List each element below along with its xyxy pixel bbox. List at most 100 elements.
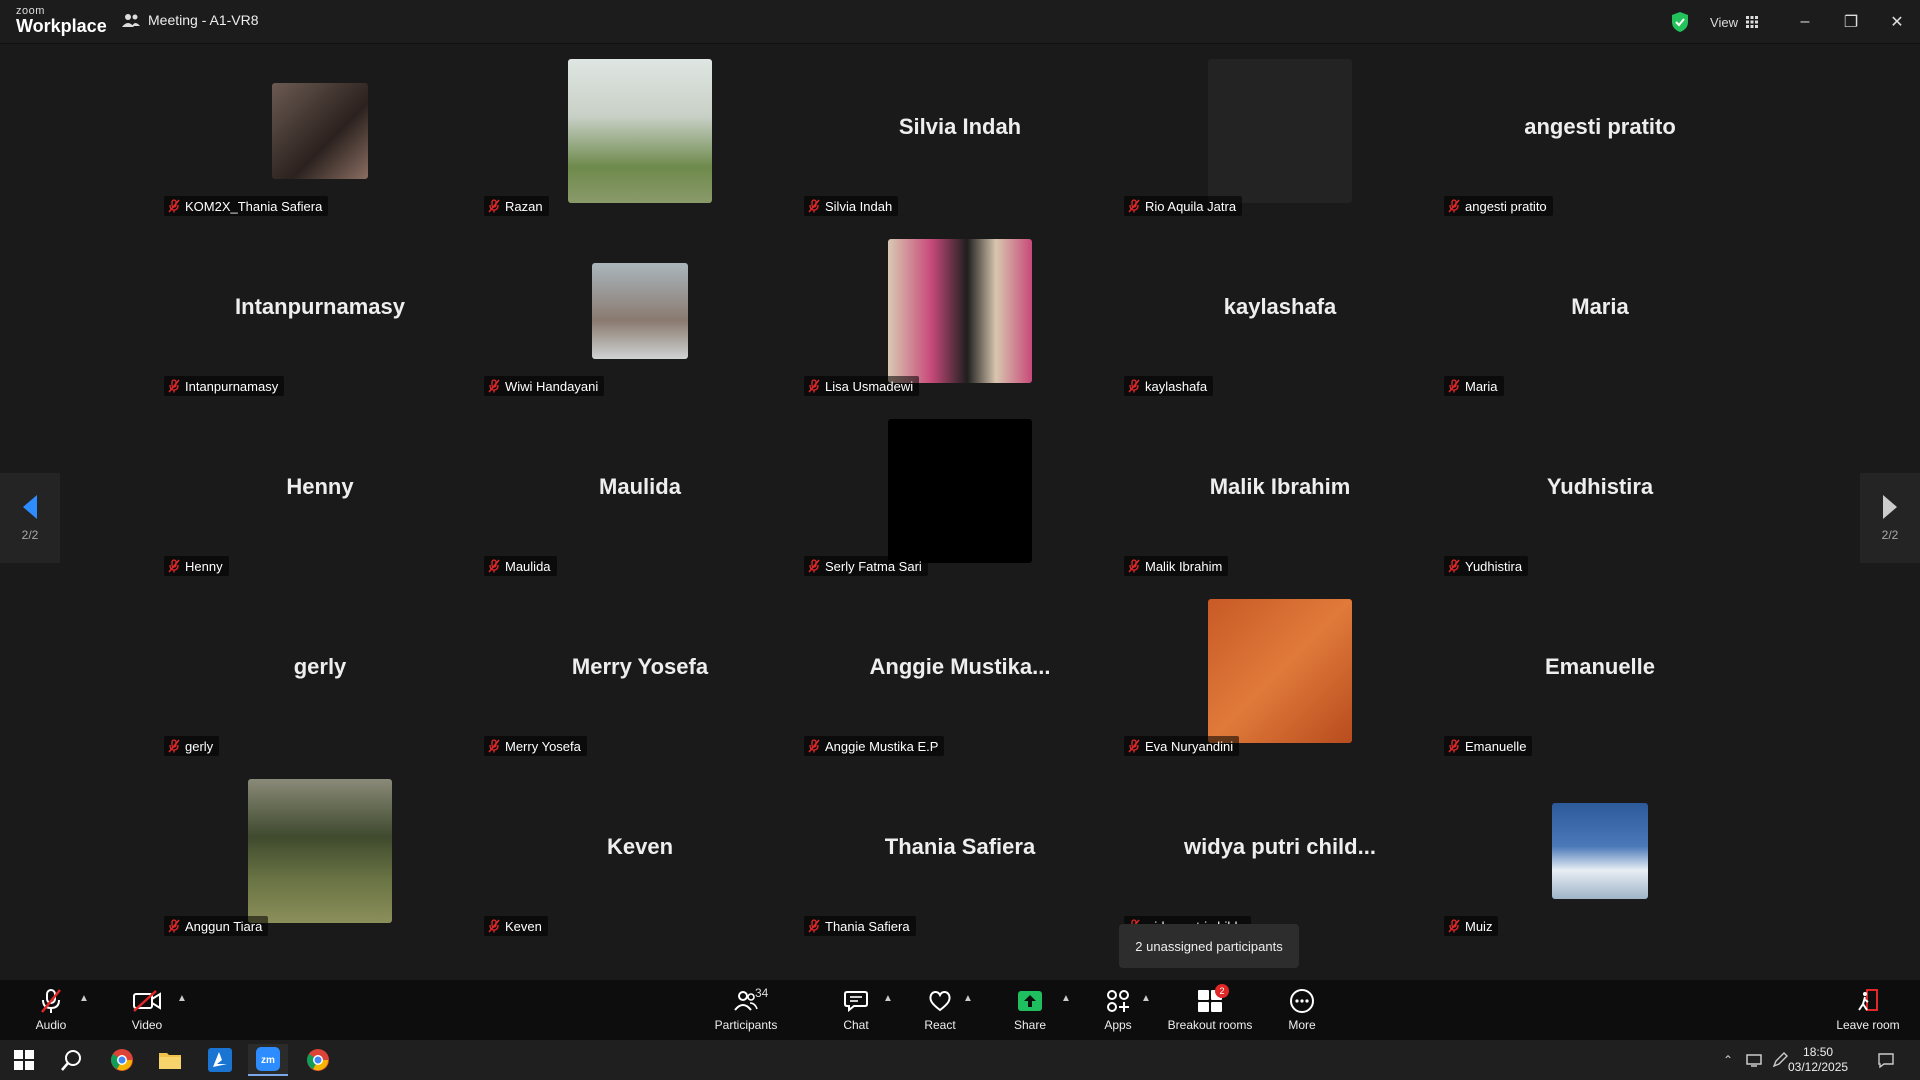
participant-tile[interactable]: kaylashafa kaylashafa [1120, 224, 1440, 404]
start-button[interactable] [4, 1044, 44, 1076]
video-button[interactable]: Video [124, 980, 170, 1040]
participant-tile[interactable]: Muiz [1440, 764, 1760, 944]
participant-video [272, 83, 368, 179]
view-button[interactable]: View [1700, 8, 1768, 36]
participant-name: Serly Fatma Sari [825, 558, 922, 574]
participant-tile[interactable]: Maulida Maulida [480, 404, 800, 584]
mic-muted-icon [1128, 199, 1140, 213]
minimize-button[interactable]: – [1790, 8, 1820, 36]
next-page-button[interactable]: 2/2 [1860, 473, 1920, 563]
leave-room-button[interactable]: Leave room [1834, 980, 1902, 1040]
participant-name-label: Lisa Usmadewi [804, 376, 920, 396]
apps-button[interactable]: Apps [1098, 980, 1138, 1040]
tray-chevron-up-icon[interactable]: ⌃ [1718, 1050, 1738, 1070]
participant-name-label: Silvia Indah [804, 196, 899, 216]
mic-muted-icon [1448, 379, 1460, 393]
participant-tile[interactable]: Keven Keven [480, 764, 800, 944]
participant-tile[interactable]: Lisa Usmadewi [800, 224, 1120, 404]
encryption-shield-icon[interactable] [1670, 11, 1690, 33]
participant-display-name: Yudhistira [1546, 474, 1654, 499]
search-button[interactable] [52, 1044, 92, 1076]
participant-display-name: Merry Yosefa [571, 654, 709, 679]
network-icon[interactable] [1744, 1050, 1764, 1070]
participant-name-label: Eva Nuryandini [1124, 736, 1240, 756]
audio-label: Audio [35, 1018, 67, 1032]
react-button[interactable]: React [920, 980, 960, 1040]
participants-button[interactable]: 34 Participants [712, 980, 780, 1040]
participant-name-label: Malik Ibrahim [1124, 556, 1229, 576]
maximize-button[interactable]: ❐ [1836, 8, 1866, 36]
participant-tile[interactable]: Wiwi Handayani [480, 224, 800, 404]
participant-tile[interactable]: Emanuelle Emanuelle [1440, 584, 1760, 764]
notifications-icon[interactable] [1876, 1050, 1896, 1070]
close-button[interactable]: ✕ [1882, 8, 1912, 36]
system-clock[interactable]: 18:50 03/12/2025 [1788, 1045, 1848, 1075]
participant-tile[interactable]: Henny Henny [160, 404, 480, 584]
meeting-title[interactable]: Meeting - A1-VR8 [122, 12, 259, 28]
unassigned-tooltip: 2 unassigned participants [1119, 924, 1299, 968]
participant-tile[interactable]: Anggun Tiara [160, 764, 480, 944]
chevron-left-icon [23, 495, 37, 519]
participant-name: Silvia Indah [825, 198, 893, 214]
participant-tile[interactable]: gerly gerly [160, 584, 480, 764]
participant-name: Merry Yosefa [505, 738, 581, 754]
video-options-caret-icon[interactable]: ▲ [176, 992, 188, 1004]
participant-tile[interactable]: Serly Fatma Sari [800, 404, 1120, 584]
participant-tile[interactable]: Razan [480, 44, 800, 224]
chevron-right-icon [1883, 495, 1897, 519]
participant-tile[interactable]: Malik Ibrahim Malik Ibrahim [1120, 404, 1440, 584]
participant-tile[interactable]: Merry Yosefa Merry Yosefa [480, 584, 800, 764]
participant-tile[interactable]: Intanpurnamasy Intanpurnamasy [160, 224, 480, 404]
participant-video [248, 779, 392, 923]
participant-tile[interactable]: Rio Aquila Jatra [1120, 44, 1440, 224]
chat-button[interactable]: Chat [836, 980, 876, 1040]
mic-muted-icon [168, 559, 180, 573]
react-options-caret-icon[interactable]: ▲ [962, 992, 974, 1004]
participant-tile[interactable]: Eva Nuryandini [1120, 584, 1440, 764]
more-label: More [1288, 1018, 1316, 1032]
participant-name: Maria [1465, 378, 1498, 394]
file-explorer-taskbar-button[interactable] [150, 1044, 190, 1076]
share-button[interactable]: Share [1010, 980, 1050, 1040]
participant-name-label: kaylashafa [1124, 376, 1214, 396]
participant-name-label: Thania Safiera [804, 916, 916, 936]
more-button[interactable]: More [1280, 980, 1324, 1040]
chrome-app-taskbar-button[interactable] [298, 1044, 338, 1076]
heart-icon [929, 991, 951, 1012]
participant-name: Intanpurnamasy [185, 378, 279, 394]
participant-tile[interactable]: Thania Safiera Thania Safiera [800, 764, 1120, 944]
pen-icon[interactable] [1770, 1050, 1790, 1070]
prev-page-button[interactable]: 2/2 [0, 473, 60, 563]
audio-options-caret-icon[interactable]: ▲ [78, 992, 90, 1004]
mic-muted-icon [41, 989, 61, 1013]
participant-name-label: Serly Fatma Sari [804, 556, 928, 576]
audio-button[interactable]: Audio [28, 980, 74, 1040]
azure-taskbar-button[interactable] [200, 1044, 240, 1076]
participant-tile[interactable]: angesti pratito angesti pratito [1440, 44, 1760, 224]
windows-icon [14, 1050, 34, 1070]
participant-video [1208, 59, 1352, 203]
participant-tile[interactable]: Anggie Mustika... Anggie Mustika E.P [800, 584, 1120, 764]
breakout-rooms-button[interactable]: 2 Breakout rooms [1164, 980, 1256, 1040]
zoom-taskbar-button[interactable]: zm [248, 1044, 288, 1076]
participant-name: Maulida [505, 558, 551, 574]
apps-options-caret-icon[interactable]: ▲ [1140, 992, 1152, 1004]
share-options-caret-icon[interactable]: ▲ [1060, 992, 1072, 1004]
participant-name: Eva Nuryandini [1145, 738, 1234, 754]
chrome-icon [307, 1049, 329, 1071]
participant-name: angesti pratito [1465, 198, 1547, 214]
video-off-icon [133, 990, 161, 1012]
participant-tile[interactable]: Silvia Indah Silvia Indah [800, 44, 1120, 224]
folder-icon [159, 1053, 181, 1069]
participant-display-name: Maria [1571, 294, 1629, 319]
participant-tile[interactable]: KOM2X_Thania Safiera [160, 44, 480, 224]
participant-name-label: Rio Aquila Jatra [1124, 196, 1243, 216]
participant-tile[interactable]: widya putri child...widya putri childa [1120, 764, 1440, 944]
chat-options-caret-icon[interactable]: ▲ [882, 992, 894, 1004]
participants-count: 34 [755, 986, 769, 1000]
title-bar: zoom Workplace Meeting - A1-VR8 View – ❐… [0, 0, 1920, 44]
chrome-taskbar-button[interactable] [102, 1044, 142, 1076]
participant-tile[interactable]: Yudhistira Yudhistira [1440, 404, 1760, 584]
participant-tile[interactable]: Maria Maria [1440, 224, 1760, 404]
participant-name: Anggun Tiara [185, 918, 263, 934]
